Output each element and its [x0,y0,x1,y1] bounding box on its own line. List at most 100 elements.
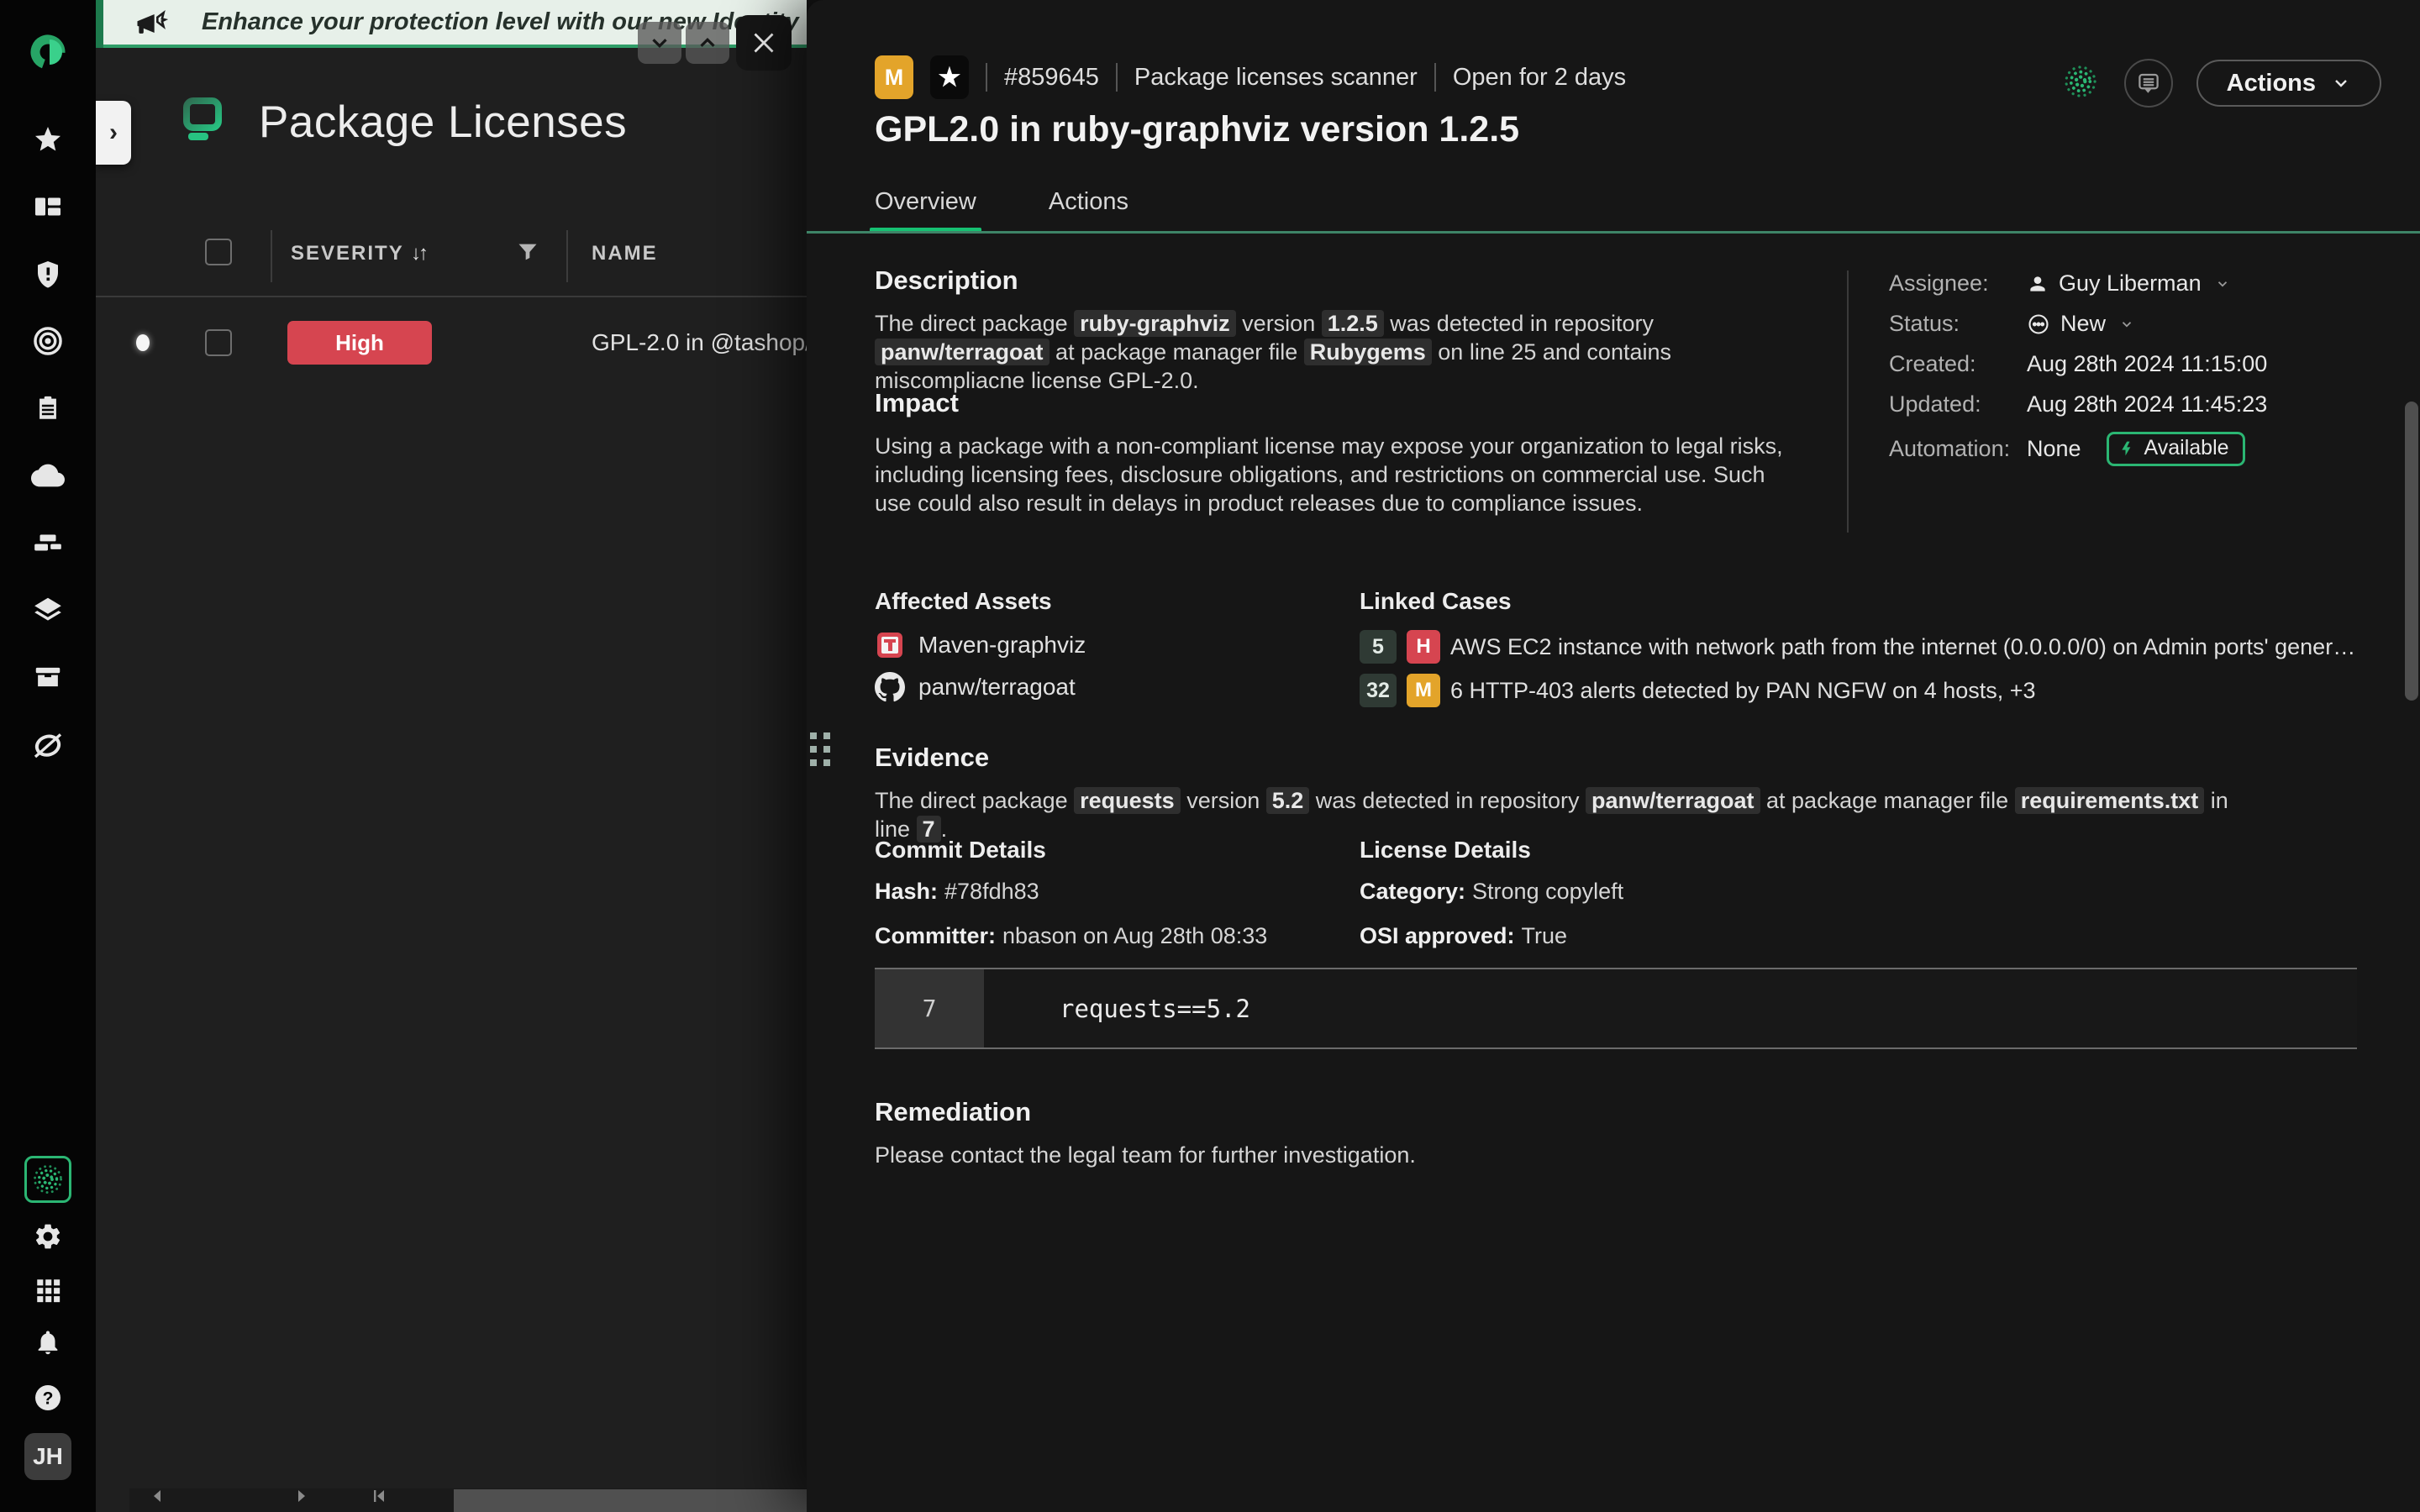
list-page-header: Package Licenses [176,94,627,150]
scroll-left-icon[interactable] [148,1486,168,1510]
metadata-divider [1847,270,1849,533]
status-new-icon [2027,312,2050,336]
column-divider [566,230,568,282]
star-toggle-icon[interactable]: ★ [930,55,969,99]
divider [1116,63,1118,92]
column-header-name[interactable]: NAME [592,242,658,265]
page-title: Package Licenses [259,97,627,148]
github-icon [875,672,905,702]
license-details-section: License Details Category:Strong copyleft… [1360,837,1813,968]
column-divider [271,230,272,282]
vertical-scrollbar-thumb[interactable] [2405,402,2418,701]
code-line-number: 7 [875,969,984,1047]
actions-button[interactable]: Actions [2196,60,2381,107]
commit-details-section: Commit Details Hash:#78fdh83 Committer:n… [875,837,1328,968]
table-row[interactable]: High GPL-2.0 in @tashop/ [96,297,807,388]
scroll-start-icon[interactable] [369,1486,389,1510]
divider [986,63,987,92]
evidence-section: Evidence The direct package requests ver… [875,743,2253,843]
horizontal-scrollbar[interactable] [129,1488,807,1512]
app-sidebar: ? JH [0,0,96,1512]
status-value[interactable]: New [2027,311,2385,337]
linked-case-item[interactable]: 5 H AWS EC2 instance with network path f… [1360,630,2368,664]
commit-details-heading: Commit Details [875,837,1328,864]
horizontal-scrollbar-thumb[interactable] [454,1489,807,1512]
banner-accent-bar [96,0,103,48]
affected-assets-section: Affected Assets Maven-graphviz panw/terr… [875,588,1328,714]
asset-item[interactable]: Maven-graphviz [875,630,1328,660]
package-licenses-page: Enhance your protection level with our n… [96,0,807,1512]
dashboards-icon[interactable] [24,183,71,230]
license-osi: OSI approved:True [1360,923,1813,949]
megaphone-icon [133,5,170,46]
linked-case-item[interactable]: 32 M 6 HTTP-403 alerts detected by PAN N… [1360,674,2368,707]
sort-arrows-icon[interactable]: ↓↑ [411,242,426,265]
case-source: Package licenses scanner [1134,64,1418,92]
tab-overview[interactable]: Overview [875,188,976,231]
linked-cases-heading: Linked Cases [1360,588,2368,615]
threat-intel-target-icon[interactable] [24,318,71,365]
user-avatar[interactable]: JH [24,1433,71,1480]
linked-case-title: 6 HTTP-403 alerts detected by PAN NGFW o… [1450,678,2036,704]
cortex-logo-icon [24,29,71,76]
filter-funnel-icon[interactable] [516,240,539,268]
panel-resize-handle[interactable] [810,732,830,766]
comments-icon[interactable] [2124,59,2173,108]
divider [1434,63,1436,92]
reports-clipboard-icon[interactable] [24,385,71,432]
row-checkbox[interactable] [205,329,232,356]
layers-icon[interactable] [24,586,71,633]
updated-label: Updated: [1889,391,2017,417]
apps-grid-icon[interactable] [24,1267,71,1314]
banner-close-button[interactable] [736,15,792,71]
panel-expander-button[interactable]: › [96,101,131,165]
table-header: SEVERITY ↓↑ NAME [96,223,807,297]
license-details-heading: License Details [1360,837,1813,864]
asset-item[interactable]: panw/terragoat [875,672,1328,702]
compass-gauge-icon[interactable] [24,721,71,768]
commit-hash: Hash:#78fdh83 [875,879,1328,905]
assignee-value[interactable]: Guy Liberman [2027,270,2385,297]
help-icon[interactable]: ? [24,1374,71,1421]
case-count-badge: 5 [1360,630,1397,664]
banner-previous-button[interactable] [686,22,729,64]
created-label: Created: [1889,351,2017,377]
lightning-icon [2119,438,2136,459]
notifications-bell-icon[interactable] [24,1319,71,1366]
scroll-right-icon[interactable] [291,1486,311,1510]
evidence-heading: Evidence [875,743,2253,773]
assets-blocks-icon[interactable] [24,519,71,566]
commit-committer: Committer:nbason on Aug 28th 08:33 [875,923,1328,949]
license-category: Category:Strong copyleft [1360,879,1813,905]
case-count-badge: 32 [1360,674,1397,707]
banner-next-button[interactable] [638,22,681,64]
detail-tabs: Overview Actions [875,188,1128,231]
impact-heading: Impact [875,388,1803,418]
svg-text:?: ? [43,1389,54,1409]
severity-badge: High [287,321,432,365]
select-all-checkbox[interactable] [205,239,232,265]
tab-actions[interactable]: Actions [1049,188,1128,231]
cloud-icon[interactable] [24,452,71,499]
package-licenses-icon [176,94,229,150]
settings-gear-icon[interactable] [24,1213,71,1260]
remediation-section: Remediation Please contact the legal tea… [875,1097,1631,1169]
created-value: Aug 28th 2024 11:15:00 [2027,351,2385,377]
case-age: Open for 2 days [1453,64,1626,92]
automation-available-badge[interactable]: Available [2107,432,2245,466]
description-text: The direct package ruby-graphviz version… [875,309,1778,395]
description-heading: Description [875,265,1778,296]
evidence-code-block: 7 requests==5.2 [875,968,2357,1049]
ai-copilot-icon[interactable] [24,1156,71,1203]
column-header-severity[interactable]: SEVERITY ↓↑ [291,242,426,265]
linked-case-title: AWS EC2 instance with network path from … [1450,634,2358,660]
status-label: Status: [1889,311,2017,337]
chevron-down-icon [2215,276,2230,291]
case-meta-row: M ★ #859645 Package licenses scanner Ope… [875,55,1626,99]
user-icon [2027,273,2049,295]
inventory-box-icon[interactable] [24,654,71,701]
ai-insights-icon[interactable] [2060,61,2101,106]
favorites-star-icon[interactable] [24,116,71,163]
impact-text: Using a package with a non-compliant lic… [875,432,1803,517]
incidents-shield-icon[interactable] [24,250,71,297]
